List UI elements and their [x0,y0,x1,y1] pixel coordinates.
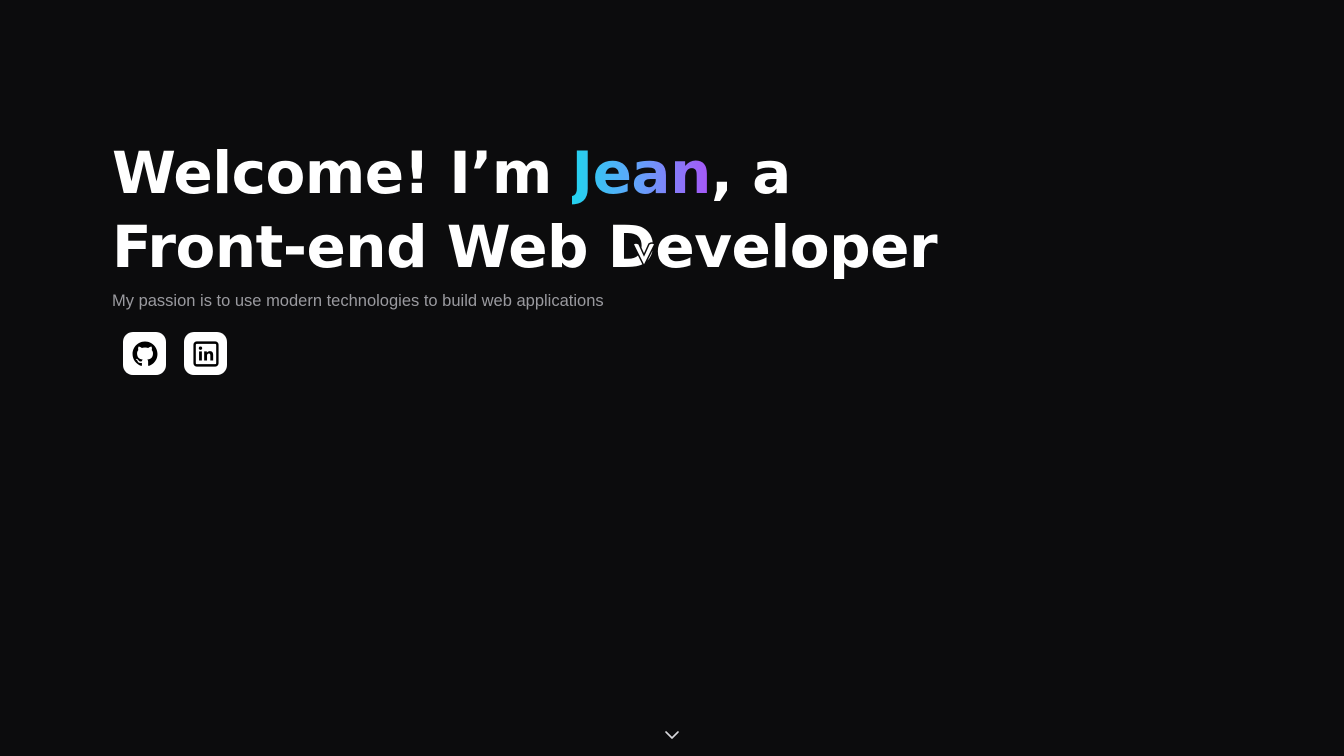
github-icon [132,341,158,367]
hero-headline: Welcome! I’m Jean, a Front-end Web Devel… [112,136,1012,284]
linkedin-link[interactable] [184,332,227,375]
headline-suffix: , a [710,139,791,207]
developer-name: Jean [571,139,712,207]
hero-section: Welcome! I’m Jean, a Front-end Web Devel… [112,136,1012,375]
headline-line-2: Front-end Web Developer [112,213,938,281]
chevron-down-icon [664,725,680,744]
headline-line-1: Welcome! I’m Jean, a [112,136,1012,210]
linkedin-icon [192,340,219,367]
landing-page: Welcome! I’m Jean, a Front-end Web Devel… [0,0,1344,756]
github-link[interactable] [123,332,166,375]
social-links [123,332,1012,375]
scroll-down-button[interactable] [662,724,682,744]
hero-subtitle: My passion is to use modern technologies… [112,292,604,310]
headline-prefix: Welcome! I’m [112,139,572,207]
